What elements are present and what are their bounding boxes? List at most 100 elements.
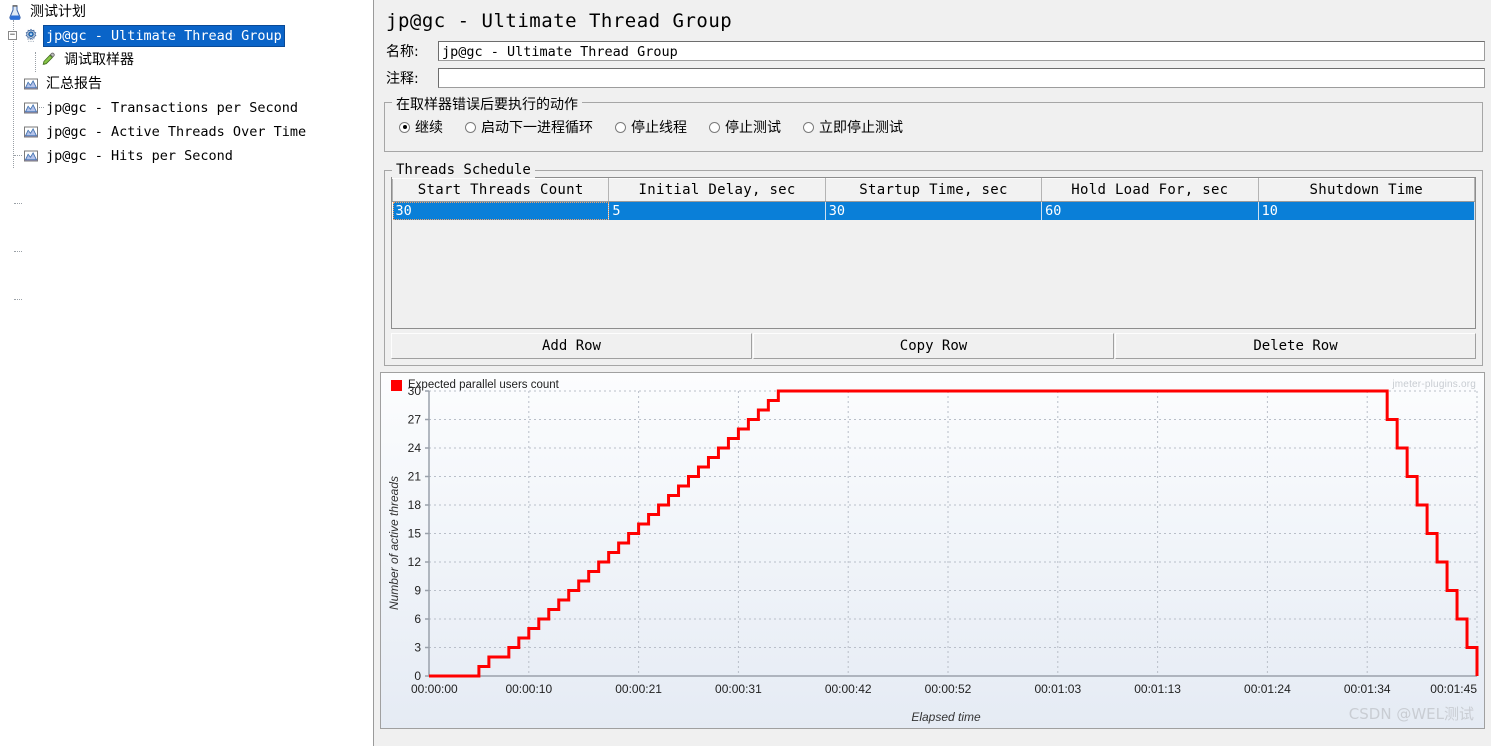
tree-item-label: jp@gc - Transactions per Second	[44, 98, 300, 118]
tree-item-label: 测试计划	[28, 2, 88, 22]
cell-startup-time[interactable]: 30	[825, 202, 1041, 221]
radio-label: 启动下一进程循环	[481, 117, 593, 137]
svg-text:0: 0	[414, 669, 421, 683]
column-header-shutdown-time[interactable]: Shutdown Time	[1258, 179, 1474, 202]
svg-text:3: 3	[414, 641, 421, 655]
tree-item-test-plan[interactable]: 测试计划	[0, 0, 373, 24]
listener-icon	[22, 99, 40, 117]
tree-connector-line	[14, 251, 22, 252]
svg-text:00:01:34: 00:01:34	[1344, 682, 1391, 696]
table-row[interactable]: 30 5 30 60 10	[393, 202, 1475, 221]
svg-text:6: 6	[414, 612, 421, 626]
test-plan-icon	[6, 3, 24, 21]
comment-label: 注释:	[386, 68, 438, 88]
threads-schedule-legend: Threads Schedule	[392, 162, 535, 178]
radio-label: 立即停止测试	[819, 117, 903, 137]
tree-item-label: jp@gc - Ultimate Thread Group	[44, 26, 284, 46]
svg-text:00:01:45: 00:01:45	[1430, 682, 1477, 696]
svg-text:00:01:13: 00:01:13	[1134, 682, 1181, 696]
add-row-button[interactable]: Add Row	[391, 333, 752, 359]
legend-color-swatch	[391, 380, 402, 391]
threads-schedule-group: Threads Schedule Start Threads Count Ini…	[384, 170, 1483, 366]
svg-text:00:00:21: 00:00:21	[615, 682, 662, 696]
jmeter-plugins-watermark: jmeter-plugins.org	[1392, 379, 1476, 390]
svg-text:00:00:31: 00:00:31	[715, 682, 762, 696]
sampler-error-action-legend: 在取样器错误后要执行的动作	[392, 94, 582, 114]
tree-item-label: jp@gc - Active Threads Over Time	[44, 122, 308, 142]
tree-item-transactions-per-second[interactable]: jp@gc - Transactions per Second	[0, 96, 373, 120]
table-empty-area[interactable]	[392, 220, 1475, 328]
radio-start-next-thread-loop[interactable]: 启动下一进程循环	[465, 117, 593, 137]
tree-connector-line	[14, 203, 22, 204]
radio-continue[interactable]: 继续	[399, 117, 443, 137]
chart-x-axis-label: Elapsed time	[911, 710, 981, 724]
tree-item-label: 汇总报告	[44, 74, 104, 94]
column-header-start-threads-count[interactable]: Start Threads Count	[393, 179, 609, 202]
tree-item-hits-per-second[interactable]: jp@gc - Hits per Second	[0, 144, 373, 168]
cell-shutdown-time[interactable]: 10	[1258, 202, 1474, 221]
copy-row-button[interactable]: Copy Row	[753, 333, 1114, 359]
tree-item-summary-report[interactable]: 汇总报告	[0, 72, 373, 96]
tree-item-label: jp@gc - Hits per Second	[44, 146, 235, 166]
page-title: jp@gc - Ultimate Thread Group	[374, 0, 1491, 38]
svg-text:12: 12	[408, 555, 422, 569]
tree-item-active-threads-over-time[interactable]: jp@gc - Active Threads Over Time	[0, 120, 373, 144]
sampler-error-action-group: 在取样器错误后要执行的动作 继续 启动下一进程循环 停止线程 停止测试	[384, 102, 1483, 152]
column-header-initial-delay[interactable]: Initial Delay, sec	[609, 179, 825, 202]
radio-stop-test[interactable]: 停止测试	[709, 117, 781, 137]
radio-button-icon[interactable]	[803, 122, 814, 133]
radio-label: 停止线程	[631, 117, 687, 137]
svg-text:9: 9	[414, 584, 421, 598]
svg-text:27: 27	[408, 413, 422, 427]
radio-stop-thread[interactable]: 停止线程	[615, 117, 687, 137]
delete-row-button[interactable]: Delete Row	[1115, 333, 1476, 359]
svg-text:00:00:00: 00:00:00	[411, 682, 458, 696]
radio-label: 停止测试	[725, 117, 781, 137]
column-header-hold-load-for[interactable]: Hold Load For, sec	[1042, 179, 1258, 202]
radio-button-icon[interactable]	[615, 122, 626, 133]
cell-hold-load-for[interactable]: 60	[1042, 202, 1258, 221]
chart-legend: Expected parallel users count	[391, 379, 559, 391]
radio-button-icon[interactable]	[709, 122, 720, 133]
svg-text:15: 15	[408, 527, 422, 541]
chart-background	[381, 373, 1484, 728]
svg-text:21: 21	[408, 470, 422, 484]
csdn-watermark: CSDN @WEL测试	[1349, 703, 1474, 724]
svg-text:18: 18	[408, 498, 422, 512]
tree-item-debug-sampler[interactable]: 调试取样器	[0, 48, 373, 72]
legend-label: Expected parallel users count	[408, 379, 559, 391]
radio-button-icon[interactable]	[465, 122, 476, 133]
cell-initial-delay[interactable]: 5	[609, 202, 825, 221]
chart-canvas: 036912151821242730 00:00:0000:00:1000:00…	[381, 373, 1484, 728]
comment-input[interactable]	[438, 68, 1485, 88]
threads-schedule-table[interactable]: Start Threads Count Initial Delay, sec S…	[391, 177, 1476, 329]
tree-connector-line	[14, 299, 22, 300]
radio-stop-test-now[interactable]: 立即停止测试	[803, 117, 903, 137]
schedule-button-row: Add Row Copy Row Delete Row	[391, 333, 1476, 359]
svg-text:00:01:24: 00:01:24	[1244, 682, 1291, 696]
column-header-startup-time[interactable]: Startup Time, sec	[825, 179, 1041, 202]
tree-item-ultimate-thread-group[interactable]: − jp@gc - Ultimate Thread Group	[0, 24, 373, 48]
jmeter-window: 测试计划 − jp@gc - Ultimate Thread Group	[0, 0, 1491, 746]
svg-text:00:01:03: 00:01:03	[1034, 682, 1081, 696]
svg-text:00:00:42: 00:00:42	[825, 682, 872, 696]
tree-item-label: 调试取样器	[62, 50, 136, 70]
comment-field-row: 注释:	[374, 64, 1491, 92]
tree-expander-collapse-icon[interactable]: −	[8, 31, 17, 40]
name-label: 名称:	[386, 41, 438, 61]
listener-icon	[22, 123, 40, 141]
svg-text:00:00:52: 00:00:52	[925, 682, 972, 696]
table-header-row: Start Threads Count Initial Delay, sec S…	[393, 179, 1475, 202]
name-field-row: 名称: jp@gc - Ultimate Thread Group	[374, 38, 1491, 64]
cell-start-threads-count[interactable]: 30	[393, 202, 609, 221]
thread-group-editor: jp@gc - Ultimate Thread Group 名称: jp@gc …	[374, 0, 1491, 746]
listener-icon	[22, 75, 40, 93]
svg-text:00:00:10: 00:00:10	[505, 682, 552, 696]
expected-load-chart[interactable]: Expected parallel users count jmeter-plu…	[380, 372, 1485, 729]
name-input[interactable]: jp@gc - Ultimate Thread Group	[438, 41, 1485, 61]
chart-y-axis-label: Number of active threads	[387, 476, 401, 610]
test-plan-tree[interactable]: 测试计划 − jp@gc - Ultimate Thread Group	[0, 0, 374, 746]
thread-group-icon	[22, 27, 40, 45]
debug-sampler-icon	[40, 51, 58, 69]
radio-button-icon[interactable]	[399, 122, 410, 133]
